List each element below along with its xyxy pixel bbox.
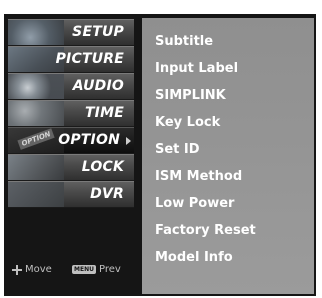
submenu-item-factory-reset[interactable]: Factory Reset — [155, 217, 256, 244]
menu-item-setup[interactable]: SETUP — [8, 19, 134, 46]
main-menu: SETUP PICTURE AUDIO TIME OPTION OPTION L… — [8, 19, 134, 208]
option-tag-icon: OPTION — [8, 128, 64, 153]
menu-item-label: SETUP — [72, 24, 124, 40]
menu-item-picture[interactable]: PICTURE — [8, 46, 134, 73]
clock-icon — [8, 101, 64, 126]
satellite-dish-icon — [8, 20, 64, 45]
submenu-item-input-label[interactable]: Input Label — [155, 55, 256, 82]
recorder-icon — [8, 182, 64, 207]
submenu-item-set-id[interactable]: Set ID — [155, 136, 256, 163]
move-hint-label: Move — [25, 264, 52, 275]
prev-hint-label: Prev — [98, 264, 121, 275]
submenu-item-ism-method[interactable]: ISM Method — [155, 163, 256, 190]
menu-item-label: TIME — [84, 105, 124, 121]
submenu-item-low-power[interactable]: Low Power — [155, 190, 256, 217]
submenu-item-key-lock[interactable]: Key Lock — [155, 109, 256, 136]
chevron-right-icon — [126, 137, 131, 145]
menu-key-icon: MENU — [72, 265, 96, 274]
prev-hint: MENU Prev — [72, 264, 121, 275]
menu-item-label: PICTURE — [55, 51, 124, 67]
menu-item-dvr[interactable]: DVR — [8, 181, 134, 208]
submenu-item-model-info[interactable]: Model Info — [155, 244, 256, 271]
menu-item-time[interactable]: TIME — [8, 100, 134, 127]
menu-item-audio[interactable]: AUDIO — [8, 73, 134, 100]
submenu-item-simplink[interactable]: SIMPLINK — [155, 82, 256, 109]
menu-item-label: DVR — [90, 186, 124, 202]
option-submenu: Subtitle Input Label SIMPLINK Key Lock S… — [142, 18, 314, 294]
move-arrows-icon — [12, 264, 22, 275]
option-submenu-list: Subtitle Input Label SIMPLINK Key Lock S… — [155, 28, 256, 271]
navigation-hints: Move MENU Prev — [8, 262, 134, 282]
option-tag-text: OPTION — [17, 128, 55, 150]
menu-item-lock[interactable]: LOCK — [8, 154, 134, 181]
menu-item-label: AUDIO — [72, 78, 124, 94]
menu-item-option[interactable]: OPTION OPTION — [8, 127, 134, 154]
speaker-icon — [8, 74, 64, 99]
menu-item-label: OPTION — [58, 132, 120, 148]
submenu-item-subtitle[interactable]: Subtitle — [155, 28, 256, 55]
padlock-icon — [8, 155, 64, 180]
move-hint: Move — [12, 264, 52, 275]
menu-item-label: LOCK — [81, 159, 124, 175]
